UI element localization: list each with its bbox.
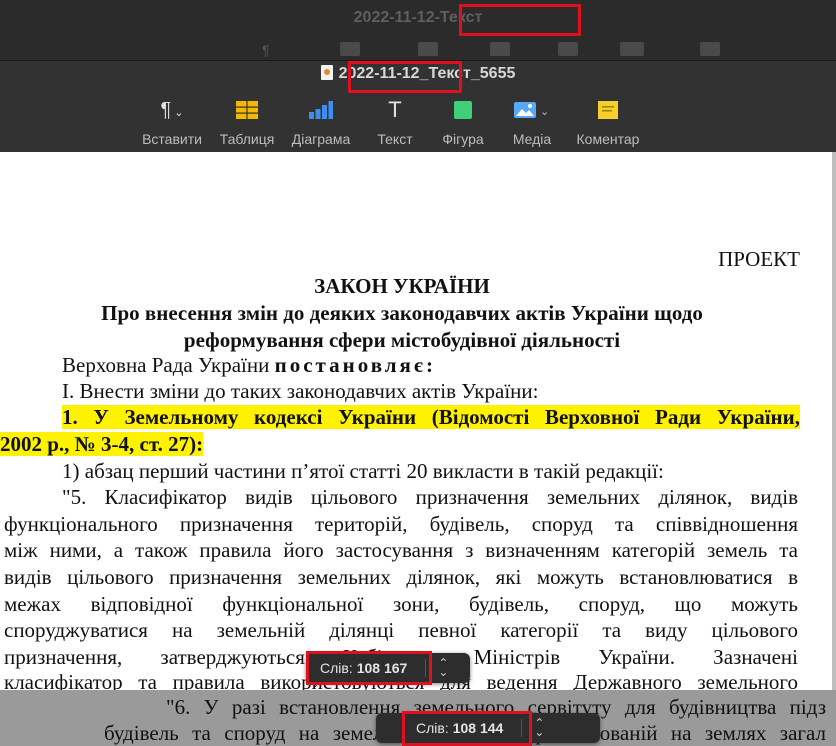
background-window-title: 2022-11-12-Текст [353, 9, 483, 26]
annotation-box-bg-title [459, 4, 581, 36]
text-icon: T [388, 97, 402, 122]
toolbar-table-label: Таблиця [219, 131, 275, 147]
doc-item-I: I. Внести зміни до таких законодавчих ак… [62, 379, 539, 403]
media-icon [620, 42, 644, 56]
doc-paragraph-line: межах відповідної функціональної зони, б… [4, 592, 798, 616]
doc-paragraph-line: видів цільового призначення земельних ді… [4, 565, 798, 589]
doc-paragraph-line: "5. Класифікатор видів цільового признач… [62, 485, 798, 509]
doc-resolves-prefix: Верховна Рада України [62, 353, 275, 377]
text-icon [490, 42, 510, 56]
background-toolbar: ¶ [0, 42, 836, 60]
shape-icon [558, 42, 578, 56]
annotation-box-word-count-main [306, 651, 432, 685]
document-icon [320, 65, 333, 80]
toolbar-insert-label: Вставити [142, 131, 202, 147]
stepper-icon[interactable]: ⌃ ⌄ [534, 717, 544, 738]
toolbar-insert-button[interactable]: ¶ ⌄ Вставити [138, 97, 206, 148]
doc-item-1-line1-text: 1. У Земельному кодексі України (Відомос… [62, 405, 800, 429]
doc-resolves: Верховна Рада України постановляє: [62, 353, 832, 378]
toolbar-comment-label: Коментар [576, 131, 640, 147]
doc-paragraph-line: між ними, а також правила його застосува… [4, 538, 798, 562]
doc-resolves-word: постановляє: [274, 353, 436, 377]
toolbar-text-button[interactable]: T Текст [368, 97, 422, 147]
toolbar-chart-button[interactable]: Діаграма [284, 97, 358, 147]
toolbar: ¶ ⌄ Вставити Таблиця Діаграма T Текст Фі… [0, 97, 836, 153]
toolbar-media-label: Медіа [512, 131, 552, 147]
shape-icon [454, 101, 472, 119]
toolbar-chart-label: Діаграма [291, 131, 351, 147]
annotation-box-word-count-lower [402, 711, 532, 746]
doc-sub-1: 1) абзац перший частини п’ятої статті 20… [62, 459, 664, 483]
comment-icon [700, 42, 720, 56]
toolbar-shape-label: Фігура [442, 131, 484, 147]
annotation-box-title [348, 61, 462, 93]
media-icon: ⌄ [514, 102, 549, 118]
stepper-icon[interactable]: ⌃ ⌄ [438, 657, 448, 678]
background-window: 2022-11-12-Текст ¶ [0, 0, 836, 60]
toolbar-media-button[interactable]: ⌄ Медіа [504, 97, 560, 147]
toolbar-table-button[interactable]: Таблиця [214, 97, 280, 147]
toolbar-text-label: Текст [377, 131, 413, 147]
chart-icon [418, 42, 438, 56]
table-icon [340, 42, 360, 56]
comment-icon [598, 101, 618, 119]
chart-icon [309, 101, 333, 119]
doc-subtitle-2: реформування сфери містобудівної діяльно… [183, 328, 621, 352]
document-page[interactable]: ПРОЕКТ ЗАКОН УКРАЇНИ Про внесення змін д… [0, 152, 832, 690]
doc-paragraph-line: функціонального призначення територій, б… [4, 512, 798, 536]
doc-project-label: ПРОЕКТ [718, 247, 800, 271]
doc-paragraph-line: споруджуватися на земельній ділянці певн… [4, 618, 798, 642]
scrollbar[interactable] [832, 152, 836, 690]
paragraph-icon: ¶ ⌄ [160, 98, 184, 121]
doc-item-1-line1: 1. У Земельному кодексі України (Відомос… [0, 405, 800, 430]
svg-text:⌄: ⌄ [540, 105, 549, 118]
doc-law-title: ЗАКОН УКРАЇНИ [314, 274, 490, 298]
doc-item-1-line2: 2002 р., № 3-4, ст. 27): [0, 432, 796, 457]
doc-item-1-line2-text: 2002 р., № 3-4, ст. 27): [0, 432, 204, 456]
toolbar-shape-button[interactable]: Фігура [434, 97, 492, 147]
table-icon [236, 101, 258, 119]
paragraph-icon: ¶ [262, 42, 270, 58]
doc-subtitle-1: Про внесення змін до деяких законодавчих… [101, 301, 703, 325]
toolbar-comment-button[interactable]: Коментар [570, 97, 646, 147]
